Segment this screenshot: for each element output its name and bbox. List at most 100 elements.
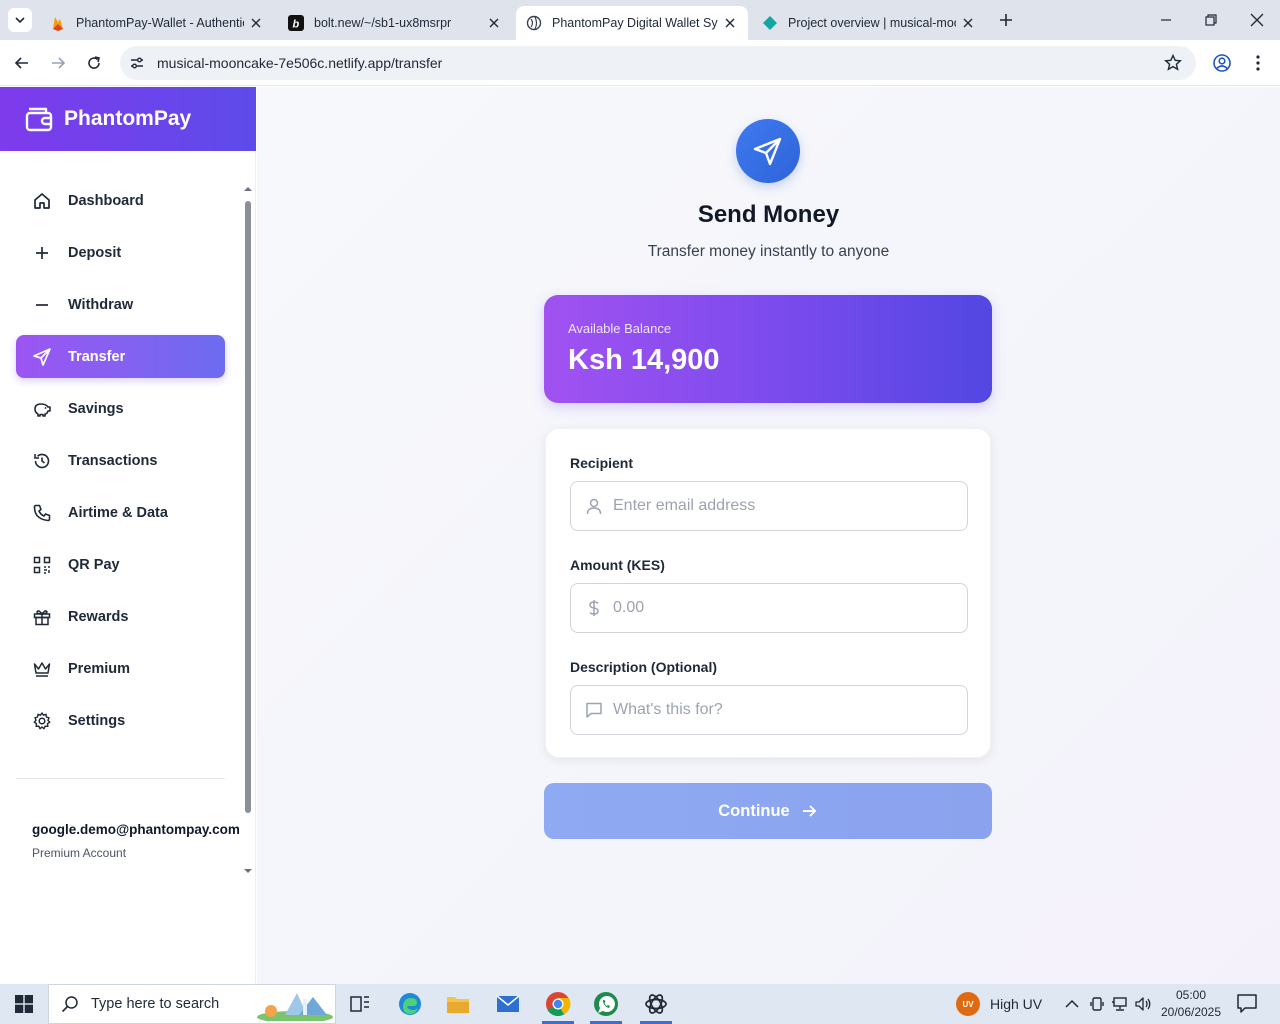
- sidebar-item-premium[interactable]: Premium: [16, 647, 225, 690]
- sidebar-item-qr-pay[interactable]: QR Pay: [16, 543, 225, 586]
- network-icon: [1112, 997, 1127, 1011]
- arrow-right-icon: [52, 57, 66, 69]
- piggy-bank-icon: [32, 399, 52, 419]
- more-vertical-icon: [1256, 55, 1260, 71]
- amount-label: Amount (KES): [570, 557, 665, 573]
- close-icon[interactable]: [486, 15, 502, 31]
- taskbar-search-placeholder: Type here to search: [91, 996, 220, 1012]
- volume-icon: [1135, 997, 1151, 1011]
- recipient-label: Recipient: [570, 455, 634, 471]
- tab-phantompay-wallet[interactable]: PhantomPay Digital Wallet Syst: [516, 6, 748, 40]
- tab-phantompay-auth[interactable]: PhantomPay-Wallet - Authentic: [40, 6, 274, 40]
- taskbar-whatsapp[interactable]: [582, 984, 630, 1024]
- taskbar: Type here to search UV High UV 05:00 20/…: [0, 984, 1280, 1024]
- tray-device-icon[interactable]: [1087, 994, 1107, 1014]
- tab-bolt[interactable]: b bolt.new/~/sb1-ux8msrpr: [278, 6, 512, 40]
- crown-icon: [32, 659, 52, 679]
- sidebar-item-label: Transfer: [68, 348, 126, 365]
- taskbar-mail[interactable]: [484, 984, 532, 1024]
- sidebar-item-label: Settings: [68, 712, 126, 729]
- balance-amount: Ksh 14,900: [568, 344, 720, 376]
- new-tab-button[interactable]: [994, 8, 1018, 32]
- description-input[interactable]: [613, 701, 953, 719]
- search-highlight-illustration: [257, 993, 333, 1021]
- edge-icon: [399, 993, 421, 1015]
- taskbar-clock[interactable]: 05:00 20/06/2025: [1158, 987, 1224, 1021]
- notification-button[interactable]: [1236, 992, 1260, 1016]
- user-plan: Premium Account: [32, 846, 127, 860]
- sidebar-item-transactions[interactable]: Transactions: [16, 439, 225, 482]
- sidebar-item-label: Deposit: [68, 244, 122, 261]
- task-view-button[interactable]: [336, 984, 384, 1024]
- sidebar: PhantomPay Dashboard Deposit Withdraw Tr…: [0, 87, 256, 984]
- mail-icon: [496, 995, 520, 1012]
- search-icon: [61, 996, 78, 1013]
- reload-button[interactable]: [80, 49, 108, 77]
- sidebar-item-label: Premium: [68, 660, 131, 677]
- uv-badge: UV: [956, 992, 980, 1016]
- site-settings-icon[interactable]: [128, 54, 146, 72]
- taskbar-search[interactable]: Type here to search: [48, 984, 336, 1024]
- tab-list-button[interactable]: [8, 8, 32, 32]
- close-window-button[interactable]: [1235, 6, 1279, 34]
- windows-icon: [15, 995, 33, 1013]
- close-icon[interactable]: [722, 15, 738, 31]
- sidebar-item-label: Airtime & Data: [68, 504, 168, 521]
- sidebar-divider: [16, 778, 225, 779]
- sidebar-item-savings[interactable]: Savings: [16, 387, 225, 430]
- close-icon[interactable]: [960, 15, 976, 31]
- browser-menu-button[interactable]: [1244, 49, 1272, 77]
- home-icon: [32, 191, 52, 211]
- continue-button[interactable]: Continue: [544, 783, 992, 839]
- tray-overflow-button[interactable]: [1062, 994, 1082, 1014]
- restore-button[interactable]: [1189, 6, 1233, 34]
- recipient-field[interactable]: [570, 481, 968, 531]
- profile-button[interactable]: [1208, 49, 1236, 77]
- browser-toolbar: musical-mooncake-7e506c.netlify.app/tran…: [0, 40, 1280, 86]
- sidebar-item-settings[interactable]: Settings: [16, 699, 225, 742]
- recipient-input[interactable]: [613, 497, 953, 515]
- chrome-icon: [546, 992, 571, 1017]
- description-label: Description (Optional): [570, 659, 717, 675]
- sidebar-item-withdraw[interactable]: Withdraw: [16, 283, 225, 326]
- tray-volume-icon[interactable]: [1133, 994, 1153, 1014]
- sidebar-scroll-thumb[interactable]: [245, 201, 251, 813]
- address-bar[interactable]: musical-mooncake-7e506c.netlify.app/tran…: [120, 46, 1196, 80]
- taskbar-weather[interactable]: UV High UV: [956, 992, 1042, 1016]
- reload-icon: [88, 56, 100, 69]
- gift-icon: [32, 607, 52, 627]
- start-button[interactable]: [0, 984, 48, 1024]
- taskbar-file-explorer[interactable]: [434, 984, 482, 1024]
- brand-header[interactable]: PhantomPay: [0, 87, 256, 151]
- chatgpt-icon: [645, 994, 667, 1014]
- tray-network-icon[interactable]: [1110, 994, 1130, 1014]
- sidebar-item-label: Transactions: [68, 452, 158, 469]
- minimize-button[interactable]: [1144, 6, 1188, 34]
- sidebar-item-deposit[interactable]: Deposit: [16, 231, 225, 274]
- description-field[interactable]: [570, 685, 968, 735]
- whatsapp-icon: [594, 992, 618, 1016]
- back-button[interactable]: [8, 49, 36, 77]
- bookmark-star-icon[interactable]: [1164, 54, 1182, 72]
- taskbar-edge[interactable]: [386, 984, 434, 1024]
- taskbar-chatgpt[interactable]: [632, 984, 680, 1024]
- minimize-icon: [1161, 19, 1171, 21]
- forward-button[interactable]: [44, 49, 72, 77]
- sidebar-item-label: Rewards: [68, 608, 129, 625]
- sidebar-item-label: Dashboard: [68, 192, 144, 209]
- sidebar-item-label: Withdraw: [68, 296, 134, 313]
- sidebar-item-rewards[interactable]: Rewards: [16, 595, 225, 638]
- taskbar-chrome[interactable]: [534, 984, 582, 1024]
- tab-title: PhantomPay Digital Wallet Syst: [552, 16, 718, 30]
- sidebar-item-transfer[interactable]: Transfer: [16, 335, 225, 378]
- balance-label: Available Balance: [568, 321, 672, 336]
- close-icon: [1250, 13, 1264, 27]
- amount-field[interactable]: [570, 583, 968, 633]
- sidebar-item-airtime-data[interactable]: Airtime & Data: [16, 491, 225, 534]
- brand-name: PhantomPay: [64, 107, 192, 130]
- tab-netlify[interactable]: Project overview | musical-moo: [752, 6, 986, 40]
- sidebar-item-dashboard[interactable]: Dashboard: [16, 179, 225, 222]
- amount-input[interactable]: [613, 599, 953, 617]
- firebase-icon: [50, 15, 66, 31]
- close-icon[interactable]: [248, 15, 264, 31]
